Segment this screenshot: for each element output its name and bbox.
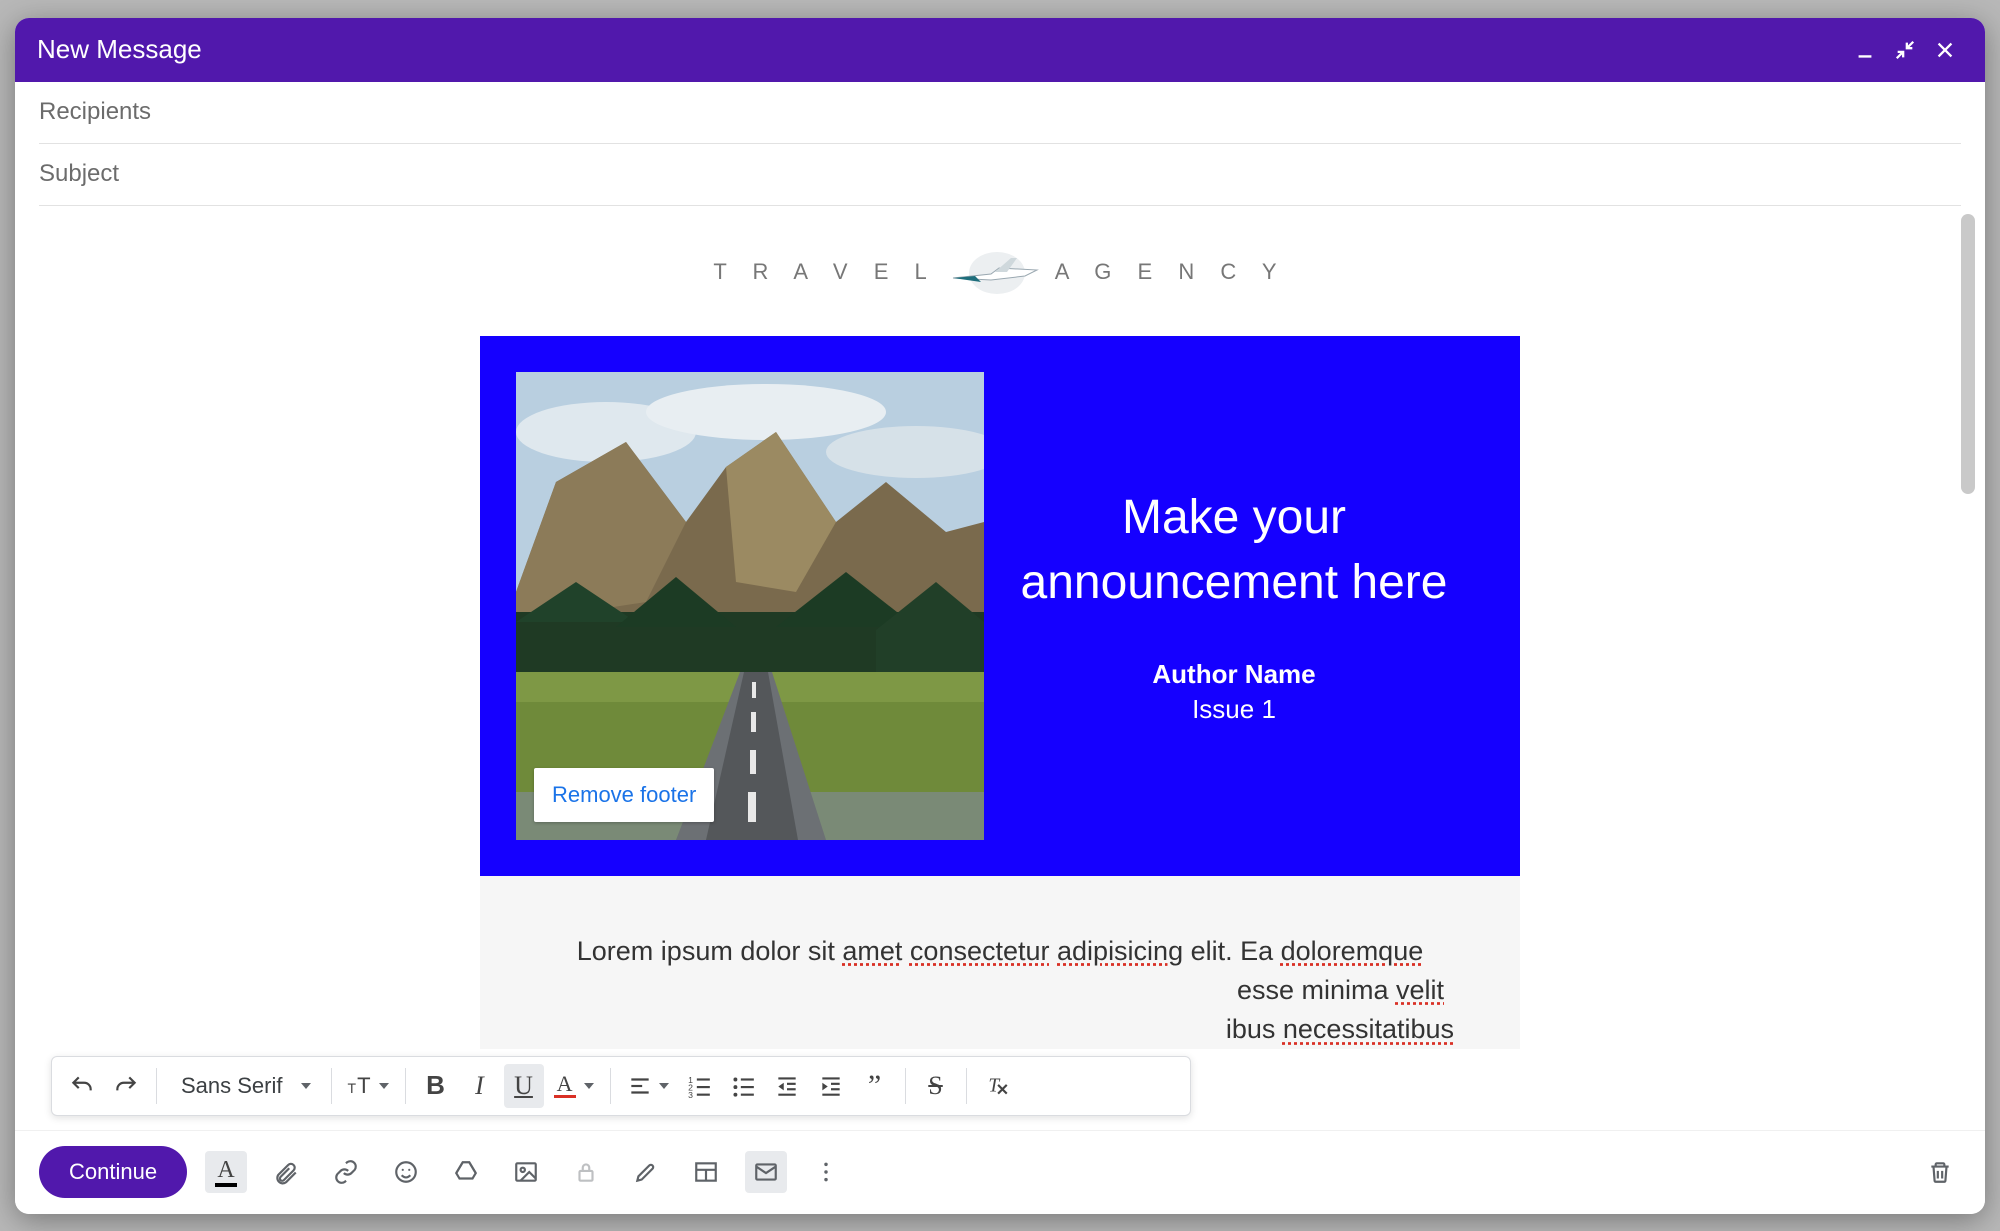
format-toolbar: Sans Serif TT B I U A 123 ” S T — [51, 1056, 1191, 1116]
numbered-list-button[interactable]: 123 — [679, 1064, 719, 1108]
subject-row[interactable] — [39, 144, 1961, 206]
minimize-button[interactable] — [1847, 32, 1883, 68]
text-color-button[interactable]: A — [548, 1064, 600, 1108]
hero-headline[interactable]: Make your announcement here — [1004, 486, 1464, 616]
plane-icon — [951, 246, 1041, 298]
titlebar: New Message — [15, 18, 1985, 82]
font-family-select[interactable]: Sans Serif — [167, 1073, 321, 1099]
bold-button[interactable]: B — [416, 1064, 456, 1108]
dropdown-caret-icon — [659, 1083, 669, 1089]
recipients-row[interactable] — [39, 82, 1961, 144]
svg-text:3: 3 — [688, 1089, 693, 1098]
hero-text[interactable]: Make your announcement here Author Name … — [984, 372, 1484, 840]
compose-window: New Message T R A V E L — [15, 18, 1985, 1214]
dropdown-caret-icon — [379, 1083, 389, 1089]
email-template: T R A V E L A G E N C Y — [480, 236, 1520, 1049]
template-body-text[interactable]: Lorem ipsum dolor sit amet consectetur a… — [480, 876, 1520, 1049]
formatting-options-toggle[interactable]: A — [205, 1151, 247, 1193]
insert-emoji-button[interactable] — [385, 1151, 427, 1193]
align-button[interactable] — [621, 1064, 675, 1108]
body-text-fragment[interactable]: ibus — [1226, 1014, 1283, 1044]
body-text-fragment[interactable]: esse minima — [1237, 975, 1396, 1005]
body-text-fragment[interactable] — [1050, 936, 1058, 966]
attach-file-button[interactable] — [265, 1151, 307, 1193]
body-text-fragment[interactable]: elit. Ea — [1183, 936, 1281, 966]
hero-issue[interactable]: Issue 1 — [1192, 694, 1276, 725]
strikethrough-button[interactable]: S — [916, 1064, 956, 1108]
recipients-input[interactable] — [39, 98, 1961, 126]
logo-text-left: T R A V E L — [713, 259, 936, 285]
close-button[interactable] — [1927, 32, 1963, 68]
undo-button[interactable] — [62, 1064, 102, 1108]
insert-drive-button[interactable] — [445, 1151, 487, 1193]
misspelled-word[interactable]: amet — [842, 936, 902, 966]
scrollbar-thumb[interactable] — [1961, 214, 1975, 494]
remove-formatting-button[interactable]: T — [977, 1064, 1017, 1108]
bottom-action-bar: Continue A — [15, 1130, 1985, 1214]
template-logo: T R A V E L A G E N C Y — [480, 236, 1520, 336]
dropdown-caret-icon — [301, 1083, 311, 1089]
hero-image[interactable]: Remove footer — [516, 372, 984, 840]
misspelled-word[interactable]: consectetur — [910, 936, 1050, 966]
insert-photo-button[interactable] — [505, 1151, 547, 1193]
indent-more-button[interactable] — [811, 1064, 851, 1108]
continue-button[interactable]: Continue — [39, 1146, 187, 1198]
misspelled-word[interactable]: velit — [1396, 975, 1444, 1005]
misspelled-word[interactable]: adipisicing — [1057, 936, 1183, 966]
hero-author[interactable]: Author Name — [1152, 659, 1315, 690]
bulleted-list-button[interactable] — [723, 1064, 763, 1108]
body-text-fragment[interactable]: Lorem ipsum dolor sit — [577, 936, 843, 966]
confidential-mode-button[interactable] — [565, 1151, 607, 1193]
font-size-button[interactable]: TT — [342, 1064, 395, 1108]
insert-signature-button[interactable] — [625, 1151, 667, 1193]
header-fields — [15, 82, 1985, 206]
quote-button[interactable]: ” — [855, 1064, 895, 1108]
redo-button[interactable] — [106, 1064, 146, 1108]
discard-draft-button[interactable] — [1919, 1151, 1961, 1193]
mail-template-button[interactable] — [745, 1151, 787, 1193]
hero-block: Remove footer Make your announcement her… — [480, 336, 1520, 876]
insert-link-button[interactable] — [325, 1151, 367, 1193]
body-text-fragment[interactable] — [902, 936, 910, 966]
subject-input[interactable] — [39, 160, 1961, 188]
dropdown-caret-icon — [584, 1083, 594, 1089]
logo-text-right: A G E N C Y — [1055, 259, 1287, 285]
remove-footer-button[interactable]: Remove footer — [534, 768, 714, 822]
italic-button[interactable]: I — [460, 1064, 500, 1108]
popout-collapse-button[interactable] — [1887, 32, 1923, 68]
compose-body[interactable]: T R A V E L A G E N C Y — [15, 206, 1985, 1130]
font-family-label: Sans Serif — [181, 1073, 283, 1099]
indent-less-button[interactable] — [767, 1064, 807, 1108]
misspelled-word[interactable]: doloremque — [1281, 936, 1424, 966]
underline-button[interactable]: U — [504, 1064, 544, 1108]
layouts-button[interactable] — [685, 1151, 727, 1193]
window-title: New Message — [37, 34, 202, 65]
misspelled-word[interactable]: necessitatibus — [1283, 1014, 1454, 1044]
more-options-button[interactable] — [805, 1151, 847, 1193]
